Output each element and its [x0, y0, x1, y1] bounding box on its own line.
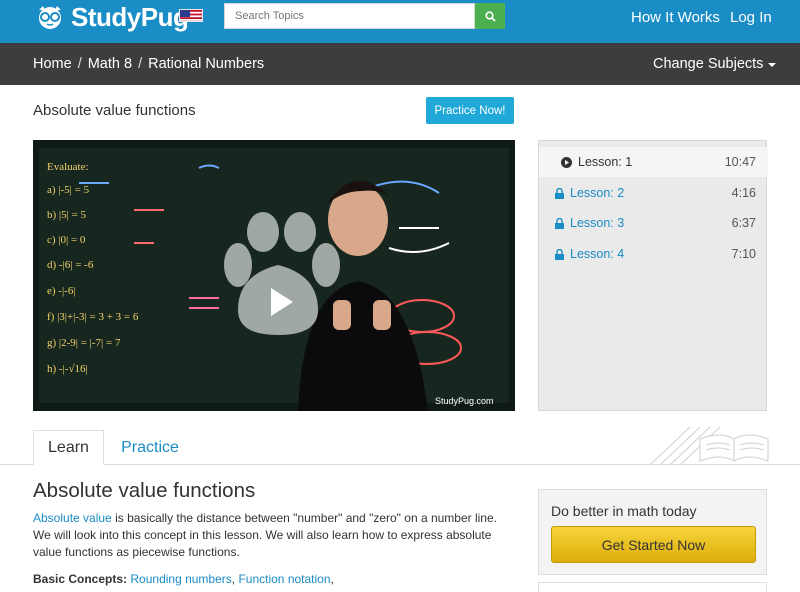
- lesson-duration: 10:47: [724, 155, 756, 169]
- practice-now-button[interactable]: Practice Now!: [426, 97, 514, 124]
- content-heading: Absolute value functions: [33, 479, 256, 502]
- cta-title: Do better in math today: [551, 503, 697, 519]
- video-player[interactable]: Evaluate: a) |-5| = 5 b) |5| = 5 c) |0| …: [33, 140, 515, 411]
- board-line: g) |2-9| = |-7| = 7: [47, 337, 121, 349]
- function-notation-link[interactable]: Function notation: [238, 572, 330, 586]
- board-line: b) |5| = 5: [47, 209, 87, 221]
- how-it-works-link[interactable]: How It Works: [631, 9, 720, 26]
- get-started-button[interactable]: Get Started Now: [551, 526, 756, 563]
- lesson-label: Lesson: 4: [555, 247, 624, 261]
- lesson-label: Lesson: 2: [555, 186, 624, 200]
- board-line: c) |0| = 0: [47, 234, 86, 246]
- lesson-label: Lesson: 1: [561, 155, 632, 169]
- rounding-numbers-link[interactable]: Rounding numbers: [130, 572, 231, 586]
- lesson-item-1[interactable]: Lesson: 1 10:47: [539, 147, 768, 177]
- breadcrumb: Home / Math 8 / Rational Numbers: [33, 56, 264, 72]
- lesson-item-2[interactable]: Lesson: 2 4:16: [539, 178, 768, 208]
- search-button[interactable]: [475, 3, 505, 29]
- lesson-1-label: Lesson: 1: [578, 155, 633, 169]
- lock-icon: [555, 248, 564, 260]
- tab-practice[interactable]: Practice: [104, 430, 196, 465]
- studypug-logo[interactable]: StudyPug: [34, 1, 189, 32]
- breadcrumb-home[interactable]: Home: [33, 56, 72, 72]
- board-line: a) |-5| = 5: [47, 184, 90, 196]
- content-paragraph: Absolute value is basically the distance…: [33, 510, 518, 561]
- lesson-duration: 6:37: [731, 216, 756, 230]
- breadcrumb-rational-numbers[interactable]: Rational Numbers: [148, 56, 264, 72]
- board-line: d) -|6| = -6: [47, 259, 94, 271]
- tab-learn[interactable]: Learn: [33, 430, 104, 465]
- change-subjects-label: Change Subjects: [653, 56, 764, 72]
- lock-icon: [555, 217, 564, 229]
- play-button-icon[interactable]: [208, 210, 348, 340]
- lock-icon: [555, 187, 564, 199]
- lesson-label: Lesson: 3: [555, 216, 624, 230]
- board-line: e) -|-6|: [47, 285, 76, 297]
- breadcrumb-separator: /: [77, 56, 82, 72]
- breadcrumb-bar: Home / Math 8 / Rational Numbers Change …: [0, 43, 800, 85]
- top-navbar: StudyPug How It Works Log In: [0, 0, 800, 43]
- breadcrumb-math8[interactable]: Math 8: [88, 56, 132, 72]
- board-line: f) |3|+|-3| = 3 + 3 = 6: [47, 311, 139, 323]
- page-title: Absolute value functions: [33, 102, 196, 119]
- login-link[interactable]: Log In: [730, 9, 772, 26]
- book-illustration-icon: [650, 427, 769, 465]
- play-circle-icon: [561, 156, 572, 168]
- absolute-value-link[interactable]: Absolute value: [33, 511, 112, 525]
- cta-panel: Do better in math today Get Started Now: [538, 489, 767, 575]
- lesson-list: Lesson: 1 10:47 Lesson: 2 4:16 Lesson: 3…: [538, 140, 768, 411]
- breadcrumb-separator: /: [138, 56, 143, 72]
- secondary-panel: [538, 582, 767, 592]
- lesson-4-label: Lesson: 4: [570, 247, 625, 261]
- lesson-duration: 7:10: [731, 247, 756, 261]
- search-icon: [484, 10, 496, 22]
- lesson-item-3[interactable]: Lesson: 3 6:37: [539, 208, 768, 238]
- change-subjects-dropdown[interactable]: Change Subjects: [653, 56, 777, 72]
- board-line: h) -|-√16|: [47, 363, 88, 375]
- basic-concepts: Basic Concepts: Rounding numbers, Functi…: [33, 572, 334, 586]
- studypug-watermark: StudyPug.com: [435, 396, 494, 406]
- board-line: Evaluate:: [47, 161, 89, 173]
- us-flag-icon[interactable]: [179, 9, 203, 22]
- pug-logo-icon: [39, 6, 61, 29]
- brand-name: StudyPug: [71, 1, 189, 32]
- basic-concepts-label: Basic Concepts:: [33, 572, 128, 586]
- lesson-3-label: Lesson: 3: [570, 216, 625, 230]
- caret-down-icon: [768, 63, 777, 67]
- lesson-duration: 4:16: [731, 186, 756, 200]
- lesson-2-label: Lesson: 2: [570, 186, 625, 200]
- search-input[interactable]: [224, 3, 475, 29]
- lesson-item-4[interactable]: Lesson: 4 7:10: [539, 239, 768, 269]
